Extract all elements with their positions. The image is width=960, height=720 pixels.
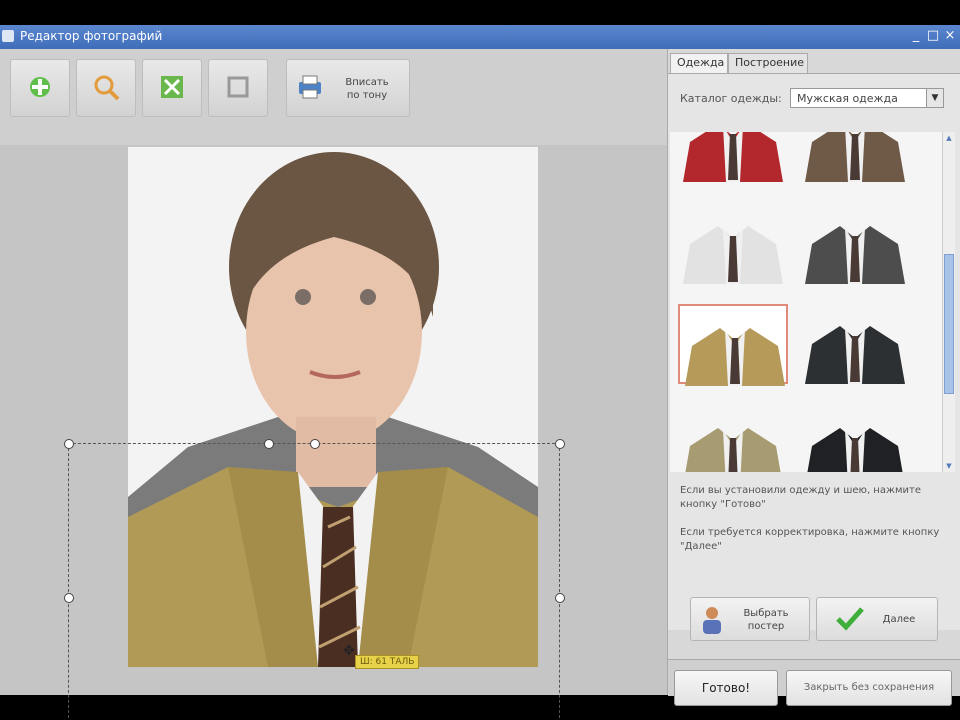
scroll-up-icon[interactable]: ▲ xyxy=(943,132,955,144)
suit-thumbnail-red-shirt[interactable] xyxy=(678,132,788,182)
tab-construction[interactable]: Построение xyxy=(728,53,808,73)
portrait-image xyxy=(128,147,538,667)
fit-button[interactable] xyxy=(142,59,202,117)
fit-tone-button[interactable]: Вписать по тону xyxy=(286,59,410,117)
choose-poster-button[interactable]: Выбрать постер xyxy=(690,597,810,641)
bottom-bar: Готово! Закрыть без сохранения xyxy=(668,659,960,706)
zoom-button[interactable] xyxy=(76,59,136,117)
gallery-scrollbar[interactable]: ▲ ▼ xyxy=(942,132,955,472)
person-icon xyxy=(703,607,721,634)
suit-thumbnail-white-shirt[interactable] xyxy=(678,204,788,284)
hint-done: Если вы установили одежду и шею, нажмите… xyxy=(680,485,921,510)
clothing-panel: Одежда Построение Каталог одежды: Мужска… xyxy=(667,49,960,706)
suit-image xyxy=(683,226,783,284)
crop-button[interactable] xyxy=(208,59,268,117)
resize-handle-top-left[interactable] xyxy=(64,439,74,449)
window-title: Редактор фотографий xyxy=(20,29,163,43)
maximize-button[interactable]: □ xyxy=(925,27,941,45)
clothing-tab-panel: Каталог одежды: Мужская одежда ▼ ▲ ▼ Есл… xyxy=(668,73,960,630)
selection-left-edge[interactable] xyxy=(68,443,69,718)
title-bar: Редактор фотографий _ □ × xyxy=(0,25,960,49)
editor-window: Редактор фотографий _ □ × Вписать по тон… xyxy=(0,25,960,718)
suit-thumbnail-grey-suit[interactable] xyxy=(800,204,910,284)
toolbar: Вписать по тону xyxy=(0,49,667,146)
printer-icon xyxy=(299,75,321,99)
suit-image xyxy=(805,226,905,284)
photo-canvas[interactable]: ✥ Ш: 61 ТАЛЬ xyxy=(0,145,667,718)
suit-thumbnail-dark-suit[interactable] xyxy=(800,304,910,384)
suit-gallery xyxy=(670,132,942,472)
checkmark-icon xyxy=(836,607,864,631)
close-window-button[interactable]: × xyxy=(942,27,958,45)
resize-handle-middle-left[interactable] xyxy=(64,593,74,603)
next-button[interactable]: Далее xyxy=(816,597,938,641)
suit-image xyxy=(685,428,781,472)
crop-icon xyxy=(227,76,249,98)
done-button[interactable]: Готово! xyxy=(674,670,778,706)
resize-handle-top-inner[interactable] xyxy=(264,439,274,449)
suit-thumbnail-brown-suit[interactable] xyxy=(800,132,910,182)
scrollbar-thumb[interactable] xyxy=(944,254,954,394)
portrait-photo xyxy=(128,147,538,667)
next-label: Далее xyxy=(882,614,916,625)
scroll-down-icon[interactable]: ▼ xyxy=(943,460,955,472)
suit-image xyxy=(805,326,905,384)
catalog-select[interactable]: Мужская одежда ▼ xyxy=(790,88,944,108)
suit-thumbnail-black-suit[interactable] xyxy=(800,406,910,472)
chevron-down-icon[interactable]: ▼ xyxy=(926,89,943,107)
suit-thumbnail-khaki-suit[interactable] xyxy=(678,406,788,472)
minimize-button[interactable]: _ xyxy=(908,27,924,45)
move-cursor-icon: ✥ xyxy=(343,643,355,659)
suit-image xyxy=(683,132,783,182)
app-icon xyxy=(2,30,14,42)
size-tooltip: Ш: 61 ТАЛЬ xyxy=(355,655,420,669)
suit-image xyxy=(805,132,905,182)
suit-thumbnail-tan-suit[interactable] xyxy=(678,304,788,386)
suit-image xyxy=(807,428,903,472)
choose-poster-label: Выбрать постер xyxy=(743,608,789,632)
resize-handle-top-center[interactable] xyxy=(310,439,320,449)
fit-icon xyxy=(161,76,183,98)
add-photo-icon xyxy=(30,77,50,97)
catalog-label: Каталог одежды: xyxy=(680,92,782,105)
catalog-select-value: Мужская одежда xyxy=(797,92,898,105)
add-photo-button[interactable] xyxy=(10,59,70,117)
suit-image xyxy=(685,328,785,386)
fit-tone-label: Вписать по тону xyxy=(345,77,389,101)
selection-right-edge[interactable] xyxy=(559,443,560,718)
tab-clothing[interactable]: Одежда xyxy=(670,53,728,73)
resize-handle-middle-right[interactable] xyxy=(555,593,565,603)
hint-next: Если требуется корректировка, нажмите кн… xyxy=(680,527,940,552)
zoom-icon xyxy=(94,75,120,101)
resize-handle-top-right[interactable] xyxy=(555,439,565,449)
close-without-save-button[interactable]: Закрыть без сохранения xyxy=(786,670,952,706)
